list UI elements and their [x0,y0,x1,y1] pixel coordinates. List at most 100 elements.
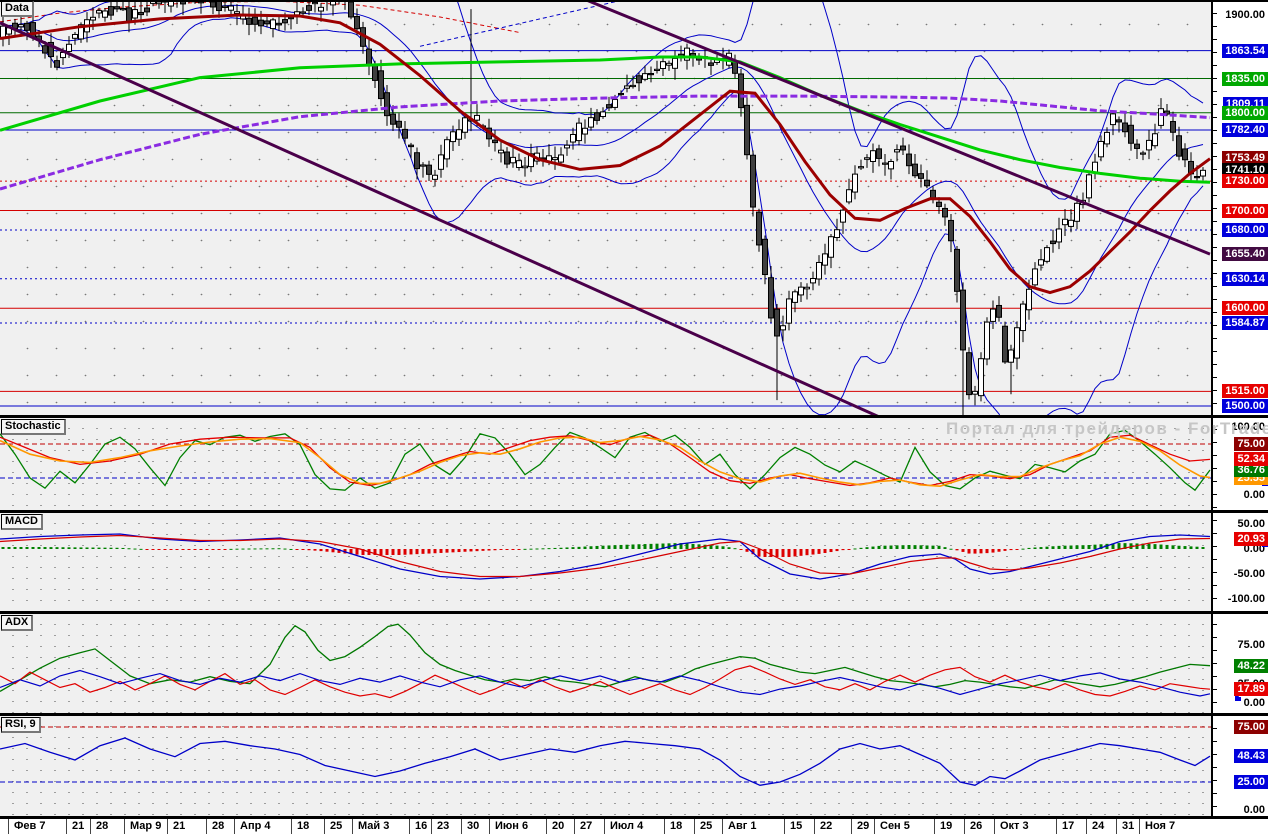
adx-chart[interactable] [0,614,1211,713]
panel-divider [0,415,1268,418]
date-label[interactable]: 28 [212,820,224,832]
date-label[interactable]: 21 [72,820,84,832]
date-label[interactable]: Окт 3 [1000,820,1029,832]
date-label[interactable]: 29 [857,820,869,832]
date-tick [8,819,9,834]
date-label[interactable]: 17 [1062,820,1074,832]
price-badge: 75.00 [1234,437,1268,451]
date-label[interactable]: Ноя 7 [1145,820,1175,832]
scale-label: -100.00 [1227,593,1265,605]
watermark-text: Портал для трейдеров - ForTrader.ru [946,419,1268,438]
macd-panel-label: MACD [1,514,43,530]
date-label[interactable]: Сен 5 [880,820,910,832]
date-label[interactable]: 26 [970,820,982,832]
macd-histogram [1,543,1205,557]
date-label[interactable]: 23 [437,820,449,832]
price-badge: 1500.00 [1222,399,1268,413]
date-label[interactable]: 27 [580,820,592,832]
panel-divider [0,0,1268,2]
date-label[interactable]: 18 [670,820,682,832]
date-tick [124,819,125,834]
date-label[interactable]: 21 [173,820,185,832]
price-badge: 1655.40 [1222,247,1268,262]
price-panel[interactable]: Data [0,0,1211,415]
date-label[interactable]: Авг 1 [728,820,756,832]
bollinger-upper [2,0,1204,200]
panel-divider [0,611,1268,614]
date-tick [409,819,410,834]
date-tick [352,819,353,834]
date-tick [994,819,995,834]
date-tick [874,819,875,834]
date-tick [324,819,325,834]
date-label[interactable]: 28 [96,820,108,832]
macd-panel[interactable]: MACD [0,513,1211,611]
rsi-chart[interactable] [0,716,1211,816]
date-tick [1116,819,1117,834]
date-tick [574,819,575,834]
date-tick [722,819,723,834]
date-tick [234,819,235,834]
adx-panel[interactable]: ADX [0,614,1211,713]
price-badge: 17.89 [1234,682,1268,697]
date-tick [1056,819,1057,834]
price-badge: 75.00 [1234,720,1268,734]
price-badge: 1515.00 [1222,384,1268,399]
rsi-panel-label: RSI, 9 [1,717,41,733]
date-label[interactable]: 25 [330,820,342,832]
price-badge: 1700.00 [1222,203,1268,218]
bollinger-lower [2,17,1204,415]
scale-label: 0.00 [1243,803,1265,816]
date-label[interactable]: Апр 4 [240,820,270,832]
date-tick [694,819,695,834]
rsi-panel[interactable]: RSI, 9 [0,716,1211,816]
price-scale-column[interactable]: 1900.00 1863.54 1835.00 1809.11 1800.00 1782.… [1211,0,1268,816]
price-badge: 52.34 [1234,452,1268,467]
date-label[interactable]: 25 [700,820,712,832]
ma-dark-red [0,13,1211,295]
adx-panel-label: ADX [1,615,34,631]
date-label[interactable]: 18 [297,820,309,832]
date-tick [546,819,547,834]
price-badge: 48.22 [1234,658,1268,673]
date-tick [934,819,935,834]
scale-label: -50.00 [1233,568,1265,580]
date-tick [604,819,605,834]
price-badge: 1680.00 [1222,223,1268,237]
date-tick [664,819,665,834]
candles [0,0,1206,415]
date-label[interactable]: 24 [1092,820,1104,832]
aux-line [419,0,626,47]
date-tick [431,819,432,834]
scale-label: 75.00 [1237,639,1265,651]
price-badge: 1630.14 [1222,271,1268,286]
date-label[interactable]: Фев 7 [14,820,45,832]
date-label[interactable]: Май 3 [358,820,389,832]
price-badge: 1584.87 [1222,316,1268,330]
date-label[interactable]: 22 [820,820,832,832]
macd-chart[interactable] [0,513,1211,611]
date-label[interactable]: Июн 6 [495,820,528,832]
rsi-line [0,737,1211,786]
stoch-fast [0,429,1211,492]
date-label[interactable]: Мар 9 [130,820,161,832]
date-tick [167,819,168,834]
date-label[interactable]: 16 [415,820,427,832]
price-badge: 1782.40 [1222,123,1268,137]
scale-label: 50.00 [1237,518,1265,530]
time-axis[interactable]: Фев 7 21 28 Мар 9 21 28 Апр 4 18 25 Май 3 16 23 30 Ию… [0,819,1268,834]
price-badge: 1600.00 [1222,301,1268,316]
date-label[interactable]: 31 [1122,820,1134,832]
date-label[interactable]: 20 [552,820,564,832]
date-tick [814,819,815,834]
date-tick [1086,819,1087,834]
date-label[interactable]: 15 [790,820,802,832]
price-chart[interactable] [0,0,1211,415]
date-tick [461,819,462,834]
date-tick [489,819,490,834]
date-label[interactable]: 30 [467,820,479,832]
trading-chart-window: Data Stochastic MACD ADX RSI, 9 1900.00 1863.… [0,0,1268,834]
date-label[interactable]: 19 [940,820,952,832]
panel-divider [0,816,1268,819]
date-label[interactable]: Июл 4 [610,820,643,832]
